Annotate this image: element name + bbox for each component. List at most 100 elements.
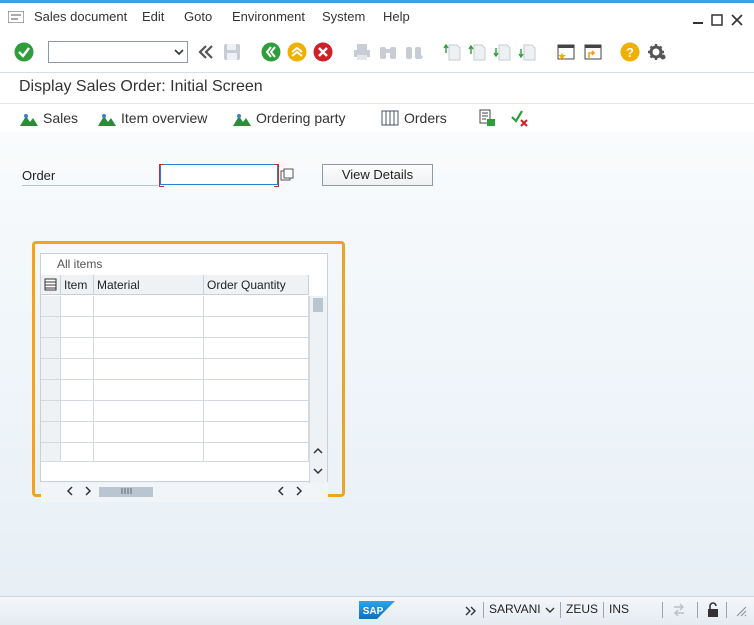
status-insert-mode[interactable]: INS xyxy=(609,602,629,616)
cell-order-quantity[interactable] xyxy=(204,422,309,443)
previous-page-icon[interactable] xyxy=(467,42,487,62)
view-details-button[interactable]: View Details xyxy=(322,164,433,186)
order-input[interactable] xyxy=(159,164,279,187)
menu-sales-document[interactable]: Sales document xyxy=(34,9,127,24)
row-selector[interactable] xyxy=(41,380,61,401)
row-selector[interactable] xyxy=(41,422,61,443)
menu-goto[interactable]: Goto xyxy=(184,9,212,24)
vertical-scroll-thumb[interactable] xyxy=(313,298,323,312)
cell-order-quantity[interactable] xyxy=(204,380,309,401)
row-selector[interactable] xyxy=(41,338,61,359)
column-header-material[interactable]: Material xyxy=(94,275,204,295)
menu-system[interactable]: System xyxy=(322,9,365,24)
customize-layout-icon[interactable] xyxy=(647,42,667,62)
ordering-party-button[interactable]: Ordering party xyxy=(233,110,345,126)
row-selector[interactable] xyxy=(41,317,61,338)
system-menu-icon[interactable] xyxy=(8,11,24,23)
cell-item[interactable] xyxy=(61,317,94,338)
cell-item[interactable] xyxy=(61,296,94,317)
cell-item[interactable] xyxy=(61,422,94,443)
cancel-icon[interactable] xyxy=(313,42,333,62)
cell-material[interactable] xyxy=(94,338,204,359)
check-status-icon[interactable] xyxy=(511,109,529,127)
cell-material[interactable] xyxy=(94,296,204,317)
cell-order-quantity[interactable] xyxy=(204,338,309,359)
cell-material[interactable] xyxy=(94,359,204,380)
last-page-icon[interactable] xyxy=(517,42,537,62)
cell-order-quantity[interactable] xyxy=(204,401,309,422)
status-separator xyxy=(662,602,663,618)
horizontal-scroll-thumb[interactable] xyxy=(99,487,153,497)
table-settings-cell[interactable] xyxy=(41,275,61,295)
chevron-down-icon[interactable] xyxy=(545,606,555,614)
status-bar: SAP SARVANI ZEUS INS xyxy=(0,596,754,625)
minimize-icon[interactable] xyxy=(692,14,704,26)
cell-material[interactable] xyxy=(94,422,204,443)
row-selector[interactable] xyxy=(41,359,61,380)
horizontal-scrollbar[interactable] xyxy=(41,483,328,502)
exit-icon[interactable] xyxy=(287,42,307,62)
scroll-right-icon[interactable] xyxy=(83,485,93,497)
resize-grip-icon[interactable] xyxy=(735,605,747,617)
cell-item[interactable] xyxy=(61,359,94,380)
cell-item[interactable] xyxy=(61,338,94,359)
item-overview-button[interactable]: Item overview xyxy=(98,110,207,126)
table-row xyxy=(41,422,309,443)
enter-check-icon[interactable] xyxy=(14,42,34,62)
row-selector[interactable] xyxy=(41,443,61,462)
cell-material[interactable] xyxy=(94,401,204,422)
find-next-icon[interactable] xyxy=(404,42,424,62)
item-overview-button-label: Item overview xyxy=(121,110,208,126)
cell-order-quantity[interactable] xyxy=(204,359,309,380)
menu-environment[interactable]: Environment xyxy=(232,9,305,24)
cell-material[interactable] xyxy=(94,380,204,401)
cell-order-quantity[interactable] xyxy=(204,296,309,317)
cell-material[interactable] xyxy=(94,443,204,462)
maximize-icon[interactable] xyxy=(711,14,723,26)
vertical-scrollbar[interactable] xyxy=(309,296,327,483)
cell-material[interactable] xyxy=(94,317,204,338)
orders-button[interactable]: Orders xyxy=(381,110,447,126)
create-session-icon[interactable] xyxy=(556,42,576,62)
scroll-left-icon[interactable] xyxy=(276,485,286,497)
cell-item[interactable] xyxy=(61,443,94,462)
svg-text:?: ? xyxy=(626,45,634,60)
sales-button[interactable]: Sales xyxy=(20,110,78,126)
lock-icon[interactable] xyxy=(706,602,720,618)
cell-order-quantity[interactable] xyxy=(204,443,309,462)
back-double-icon[interactable] xyxy=(196,42,216,62)
status-user[interactable]: SARVANI xyxy=(489,602,541,616)
row-selector[interactable] xyxy=(41,296,61,317)
close-icon[interactable] xyxy=(731,14,743,26)
menu-help[interactable]: Help xyxy=(383,9,410,24)
save-icon[interactable] xyxy=(222,42,242,62)
expand-status-icon[interactable] xyxy=(465,606,477,616)
scroll-down-icon[interactable] xyxy=(312,466,324,476)
command-field[interactable] xyxy=(48,41,188,63)
chevron-down-icon[interactable] xyxy=(174,47,184,57)
generate-shortcut-icon[interactable] xyxy=(583,42,603,62)
column-header-item[interactable]: Item xyxy=(61,275,94,295)
all-items-table: All items Item Material Order Quantity xyxy=(40,253,328,502)
help-icon[interactable]: ? xyxy=(620,42,640,62)
menu-edit[interactable]: Edit xyxy=(142,9,164,24)
cell-item[interactable] xyxy=(61,380,94,401)
scroll-right-icon[interactable] xyxy=(294,485,304,497)
first-page-icon[interactable] xyxy=(442,42,462,62)
back-icon[interactable] xyxy=(261,42,281,62)
print-icon[interactable] xyxy=(352,42,372,62)
row-selector[interactable] xyxy=(41,401,61,422)
next-page-icon[interactable] xyxy=(492,42,512,62)
table-row xyxy=(41,296,309,317)
table-settings-icon[interactable] xyxy=(44,278,58,292)
column-header-order-quantity[interactable]: Order Quantity xyxy=(204,275,309,295)
find-icon[interactable] xyxy=(378,42,398,62)
sap-logo: SAP xyxy=(359,601,395,619)
scroll-left-icon[interactable] xyxy=(65,485,75,497)
cell-item[interactable] xyxy=(61,401,94,422)
scroll-up-icon[interactable] xyxy=(312,446,324,456)
document-flow-icon[interactable] xyxy=(478,109,496,127)
status-separator xyxy=(726,602,727,618)
value-help-icon[interactable] xyxy=(280,168,294,182)
cell-order-quantity[interactable] xyxy=(204,317,309,338)
